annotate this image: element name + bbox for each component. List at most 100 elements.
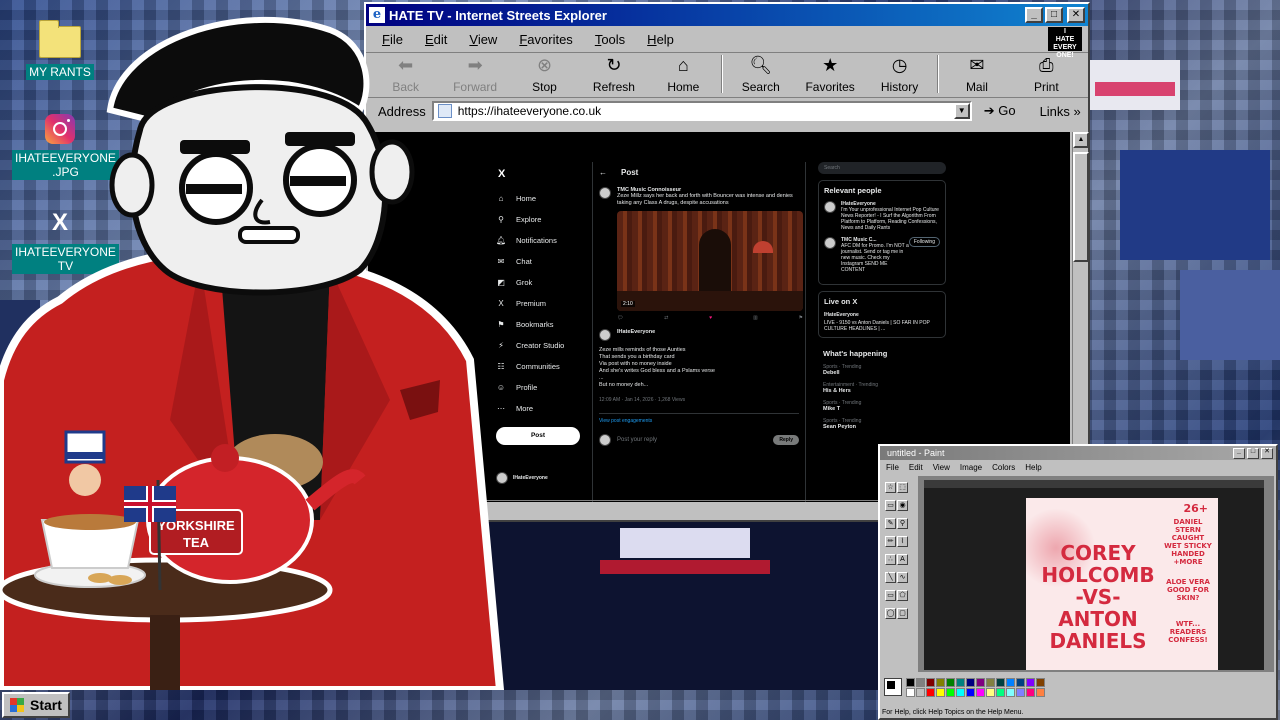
- paint-menu-edit[interactable]: Edit: [909, 463, 923, 472]
- nav-bookmarks[interactable]: ⚑ Bookmarks: [496, 314, 586, 335]
- color-swatch[interactable]: [1016, 688, 1025, 697]
- nav-chat[interactable]: ✉ Chat: [496, 251, 586, 272]
- quoted-tweet[interactable]: TMC Music Connoisseur Zeze Millz says he…: [599, 187, 803, 329]
- reply-icon[interactable]: 💬︎: [617, 315, 623, 321]
- menu-edit[interactable]: Edit: [425, 32, 447, 47]
- color-swatch[interactable]: [966, 688, 975, 697]
- color-swatch[interactable]: [996, 688, 1005, 697]
- text-tool-icon[interactable]: A: [897, 554, 908, 565]
- account-switcher[interactable]: IHateEveryone: [496, 472, 596, 484]
- menu-help[interactable]: Help: [647, 32, 674, 47]
- color-swatch[interactable]: [916, 688, 925, 697]
- back-button[interactable]: ⬅ Back: [378, 53, 433, 97]
- repost-icon[interactable]: ⇄: [664, 315, 668, 321]
- relevant-person[interactable]: TMC Music C... AFC DM for Promo. I'm NOT…: [824, 237, 940, 273]
- minimize-button[interactable]: _: [1233, 447, 1245, 459]
- browser-titlebar[interactable]: e HATE TV - Internet Streets Explorer _ …: [366, 4, 1088, 26]
- color-swatch[interactable]: [976, 688, 985, 697]
- desktop-icon-my-rants[interactable]: MY RANTS: [12, 20, 108, 80]
- chevron-down-icon[interactable]: ▼: [953, 103, 970, 119]
- scroll-up-icon[interactable]: ▲: [1073, 132, 1089, 148]
- curve-icon[interactable]: ∿: [897, 572, 908, 583]
- go-button[interactable]: ➔ Go: [984, 103, 1016, 119]
- color-swatch[interactable]: [986, 688, 995, 697]
- back-arrow-icon[interactable]: ←: [599, 168, 607, 177]
- refresh-button[interactable]: ↻ Refresh: [586, 53, 641, 97]
- color-swatch[interactable]: [966, 678, 975, 687]
- search-button[interactable]: 🔍︎ Search: [733, 53, 788, 97]
- color-swatch[interactable]: [946, 688, 955, 697]
- color-swatch[interactable]: [1006, 678, 1015, 687]
- live-panel[interactable]: Live on X IHateEveryone LIVE - 9150 vs A…: [818, 291, 946, 338]
- trend-item[interactable]: Entertainment · Trending His & Hers: [823, 382, 941, 394]
- desktop-icon-tv[interactable]: X IHATEEVERYONE TV: [12, 210, 119, 274]
- paint-menu-view[interactable]: View: [933, 463, 950, 472]
- like-icon[interactable]: ♥: [709, 315, 712, 321]
- pencil-icon[interactable]: ✏: [885, 536, 896, 547]
- trend-item[interactable]: Sports · Trending Debell: [823, 364, 941, 376]
- address-input[interactable]: https://ihateeveryone.co.uk ▼: [431, 101, 972, 121]
- color-swatch[interactable]: [1026, 678, 1035, 687]
- paint-canvas[interactable]: 26+ COREY HOLCOMB -VS- ANTON DANIELS DAN…: [918, 476, 1274, 672]
- trend-item[interactable]: Sports · Trending Mike T: [823, 400, 941, 412]
- search-input[interactable]: Search: [818, 162, 946, 174]
- color-swatch[interactable]: [906, 678, 915, 687]
- scroll-thumb[interactable]: [1073, 152, 1089, 262]
- forward-button[interactable]: ➡ Forward: [447, 53, 502, 97]
- color-swatch[interactable]: [926, 678, 935, 687]
- home-button[interactable]: ⌂ Home: [656, 53, 711, 97]
- rectangle-icon[interactable]: ▭: [885, 590, 896, 601]
- close-button[interactable]: ✕: [1067, 7, 1085, 23]
- airbrush-icon[interactable]: ∴: [885, 554, 896, 565]
- nav-explore[interactable]: ⚲ Explore: [496, 209, 586, 230]
- nav-home[interactable]: ⌂ Home: [496, 188, 586, 209]
- paint-titlebar[interactable]: untitled - Paint _ □ ✕: [880, 446, 1276, 460]
- nav-grok[interactable]: ◩ Grok: [496, 272, 586, 293]
- history-button[interactable]: ◷ History: [872, 53, 927, 97]
- x-logo-icon[interactable]: X: [496, 168, 586, 180]
- nav-creator-studio[interactable]: ⚡ Creator Studio: [496, 335, 586, 356]
- fill-icon[interactable]: ◉: [897, 500, 908, 511]
- magnifier-icon[interactable]: ⚲: [897, 518, 908, 529]
- reply-input[interactable]: Post your reply: [617, 437, 657, 443]
- trend-item[interactable]: Sports · Trending Sean Peyton: [823, 418, 941, 430]
- nav-communities[interactable]: ☷ Communities: [496, 356, 586, 377]
- color-swatch[interactable]: [936, 688, 945, 697]
- color-swatch[interactable]: [956, 678, 965, 687]
- menu-file[interactable]: File: [382, 32, 403, 47]
- color-swatch[interactable]: [956, 688, 965, 697]
- view-engagements-link[interactable]: View post engagements: [599, 413, 799, 424]
- relevant-person[interactable]: IHateEveryone I'm Your unprofessional In…: [824, 201, 940, 231]
- polygon-icon[interactable]: ⬠: [897, 590, 908, 601]
- color-swatch[interactable]: [916, 678, 925, 687]
- close-button[interactable]: ✕: [1261, 447, 1273, 459]
- views-icon[interactable]: ▥: [753, 315, 758, 321]
- color-swatch[interactable]: [996, 678, 1005, 687]
- picker-icon[interactable]: ✎: [885, 518, 896, 529]
- reply-button[interactable]: Reply: [773, 435, 799, 445]
- color-swatch[interactable]: [1016, 678, 1025, 687]
- color-swatch[interactable]: [1026, 688, 1035, 697]
- mail-button[interactable]: ✉ Mail: [949, 53, 1004, 97]
- stop-button[interactable]: ⊗ Stop: [517, 53, 572, 97]
- nav-more[interactable]: ⋯ More: [496, 398, 586, 419]
- nav-premium[interactable]: X Premium: [496, 293, 586, 314]
- tweet-video[interactable]: 2:10: [617, 211, 803, 311]
- rect-select-icon[interactable]: ⬚: [897, 482, 908, 493]
- nav-notifications[interactable]: 🔔︎ Notifications: [496, 230, 586, 251]
- menu-favorites[interactable]: Favorites: [519, 32, 572, 47]
- paint-menu-help[interactable]: Help: [1025, 463, 1041, 472]
- color-swatch[interactable]: [936, 678, 945, 687]
- ellipse-icon[interactable]: ◯: [885, 608, 896, 619]
- maximize-button[interactable]: □: [1247, 447, 1259, 459]
- minimize-button[interactable]: _: [1025, 7, 1043, 23]
- links-button[interactable]: Links »: [1040, 104, 1081, 119]
- color-swatch[interactable]: [906, 688, 915, 697]
- brush-icon[interactable]: ⌇: [897, 536, 908, 547]
- menu-tools[interactable]: Tools: [595, 32, 625, 47]
- bookmark-icon[interactable]: ⚑: [799, 315, 803, 321]
- post-button[interactable]: Post: [496, 427, 580, 445]
- menu-view[interactable]: View: [469, 32, 497, 47]
- color-swatch[interactable]: [946, 678, 955, 687]
- color-swatch[interactable]: [986, 678, 995, 687]
